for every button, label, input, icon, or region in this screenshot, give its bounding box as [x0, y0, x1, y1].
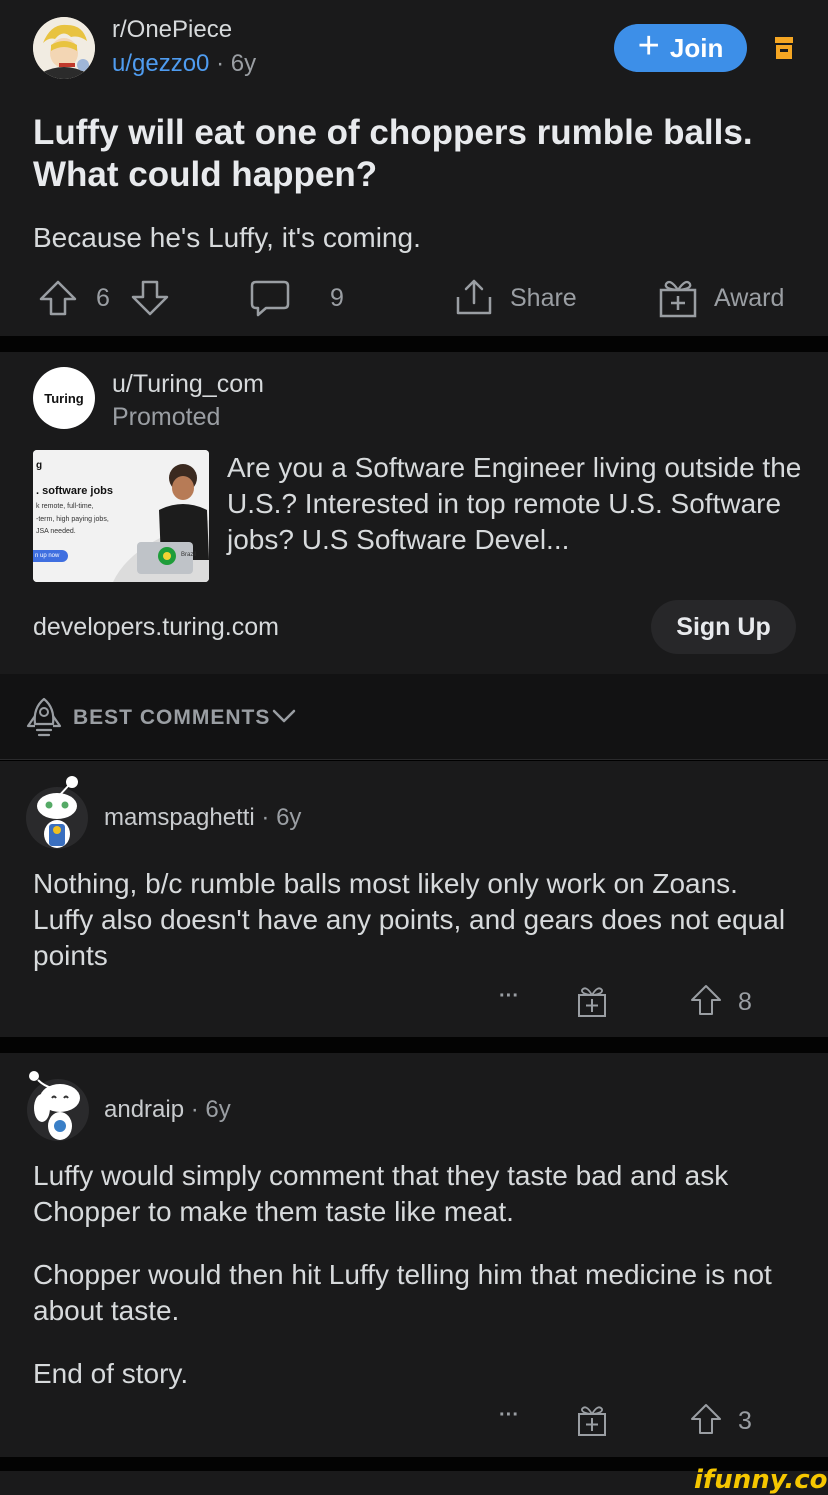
comment-author[interactable]: andraip — [104, 1096, 184, 1123]
advertiser-logo: Turing — [44, 390, 84, 406]
comment-author-line: andraip · 6y — [104, 1096, 231, 1124]
more-options-button[interactable]: ··· — [499, 1404, 519, 1427]
comment-age: · 6y — [190, 1096, 231, 1123]
author-link[interactable]: u/gezzo0 — [112, 50, 209, 77]
post-age: · 6y — [216, 50, 257, 77]
gift-icon — [659, 280, 697, 318]
award-label: Award — [714, 283, 785, 312]
divider — [0, 1037, 828, 1053]
sign-up-button[interactable]: Sign Up — [651, 600, 796, 654]
sort-label[interactable]: BEST COMMENTS — [73, 706, 270, 730]
join-button[interactable]: + Join — [614, 24, 747, 72]
chevron-down-icon[interactable] — [272, 708, 296, 724]
advertiser-avatar[interactable]: Turing — [33, 367, 95, 429]
comment-count: 9 — [330, 283, 344, 312]
award-button[interactable]: Award — [658, 278, 784, 318]
upvote-icon[interactable] — [690, 1403, 722, 1435]
promoted-label: Promoted — [112, 403, 221, 431]
post-card: r/OnePiece u/gezzo0 · 6y + Join Luffy wi… — [0, 0, 828, 336]
archive-icon[interactable] — [774, 36, 794, 60]
more-options-button[interactable]: ··· — [499, 985, 519, 1008]
gift-icon[interactable] — [576, 984, 608, 1018]
comment-paragraph: Chopper would then hit Luffy telling him… — [33, 1259, 772, 1326]
subreddit-avatar[interactable] — [33, 17, 95, 79]
comment-avatar[interactable] — [24, 1064, 92, 1144]
thumb-line-4: JSA needed. — [36, 528, 76, 535]
thumb-flag-label: Brazil — [181, 552, 197, 558]
share-label: Share — [510, 283, 577, 312]
thumb-line-2: k remote, full-time, — [36, 503, 94, 510]
upvote-icon[interactable] — [690, 984, 722, 1016]
comment-avatar[interactable] — [24, 772, 90, 852]
upvote-icon[interactable] — [38, 279, 78, 317]
comment-age: · 6y — [261, 804, 302, 831]
ad-text[interactable]: Are you a Software Engineer living outsi… — [227, 450, 807, 558]
plus-icon: + — [637, 25, 660, 67]
thumb-line-3: -term, high paying jobs, — [36, 516, 109, 523]
share-button[interactable]: Share — [454, 278, 577, 318]
vote-group: 6 — [38, 278, 170, 318]
comment-vote-count: 8 — [738, 988, 752, 1016]
comment-paragraph: End of story. — [33, 1358, 189, 1389]
comments-button[interactable]: 9 — [250, 278, 344, 318]
vote-count: 6 — [96, 283, 110, 312]
post-meta: u/gezzo0 · 6y — [112, 50, 256, 78]
comment-author-line: mamspaghetti · 6y — [104, 804, 301, 832]
thumb-corner-text: g — [36, 460, 43, 471]
ad-domain-link[interactable]: developers.turing.com — [33, 613, 279, 642]
comment-paragraph: Luffy would simply comment that they tas… — [33, 1160, 729, 1227]
comment-author[interactable]: mamspaghetti — [104, 804, 255, 831]
comment-icon — [250, 280, 290, 317]
post-body: Because he's Luffy, it's coming. — [33, 222, 421, 253]
comment-body: Nothing, b/c rumble balls most likely on… — [33, 868, 786, 971]
share-icon — [456, 279, 492, 315]
subreddit-name[interactable]: r/OnePiece — [112, 16, 232, 44]
downvote-icon[interactable] — [130, 279, 170, 317]
gift-icon[interactable] — [576, 1403, 608, 1437]
thumb-headline: . software jobs — [36, 485, 114, 497]
comment-vote-count: 3 — [738, 1407, 752, 1435]
join-label: Join — [669, 32, 724, 63]
advertiser-name[interactable]: u/Turing_com — [112, 370, 264, 399]
watermark: ifunny.co — [694, 1465, 828, 1495]
divider — [0, 336, 828, 352]
post-title[interactable]: Luffy will eat one of choppers rumble ba… — [33, 112, 803, 196]
thumb-button: n up now — [33, 550, 68, 562]
ad-thumbnail[interactable]: g . software jobs k remote, full-time, -… — [33, 450, 209, 582]
rocket-icon — [26, 697, 62, 737]
